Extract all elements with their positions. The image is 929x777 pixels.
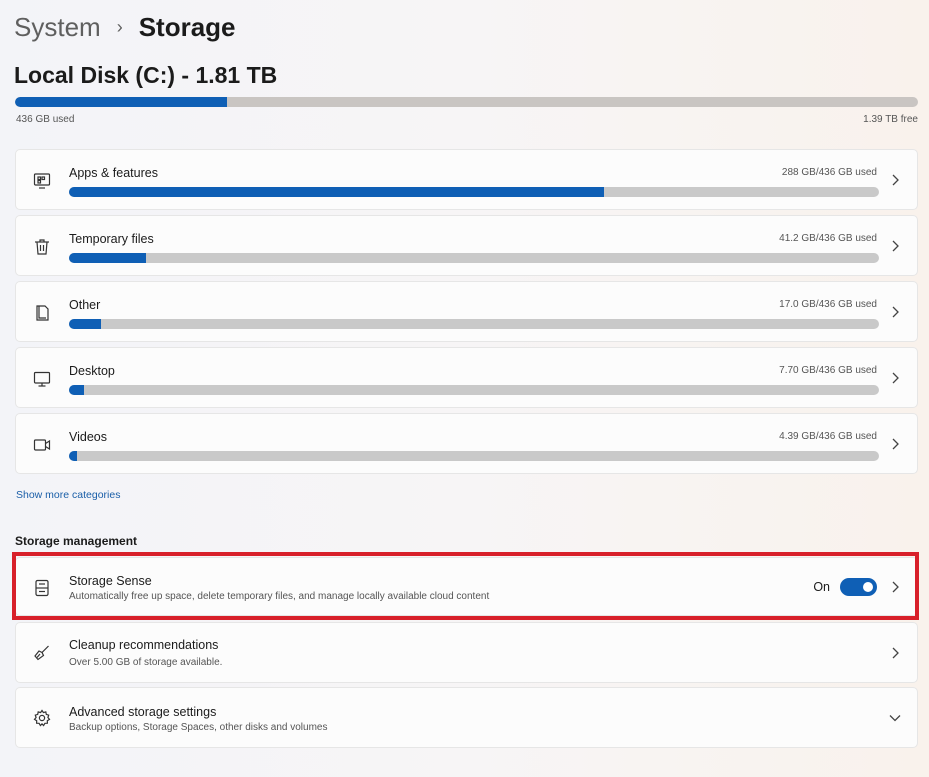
category-name: Other xyxy=(69,298,101,312)
disk-used-label: 436 GB used xyxy=(16,114,75,125)
disk-usage-bar xyxy=(15,97,918,107)
category-apps-features[interactable]: Apps & features 288 GB/436 GB used xyxy=(15,149,918,210)
category-other[interactable]: Other 17.0 GB/436 GB used xyxy=(15,281,918,342)
advanced-storage-settings-description: Backup options, Storage Spaces, other di… xyxy=(69,722,328,733)
category-temporary-files[interactable]: Temporary files 41.2 GB/436 GB used xyxy=(15,215,918,276)
apps-icon xyxy=(32,171,52,191)
category-name: Desktop xyxy=(69,364,115,378)
chevron-right-icon xyxy=(889,436,901,452)
chevron-right-icon xyxy=(889,172,901,188)
category-usage-fill xyxy=(69,187,605,197)
broom-icon xyxy=(32,643,52,663)
category-name: Temporary files xyxy=(69,232,154,246)
chevron-right-icon xyxy=(889,238,901,254)
monitor-icon xyxy=(32,369,52,389)
breadcrumb-system-link[interactable]: System xyxy=(14,12,101,43)
cleanup-recommendations-description: Over 5.00 GB of storage available. xyxy=(69,657,223,668)
document-icon xyxy=(32,303,52,323)
category-usage-fill xyxy=(69,253,146,263)
chevron-right-icon xyxy=(889,645,901,661)
disk-title: Local Disk (C:) - 1.81 TB xyxy=(14,62,278,88)
storage-drive-icon xyxy=(32,578,52,598)
toggle-knob xyxy=(863,582,873,592)
category-usage-fill xyxy=(69,385,84,395)
category-usage-bar xyxy=(69,253,879,263)
storage-management-heading: Storage management xyxy=(15,534,138,548)
show-more-categories-link[interactable]: Show more categories xyxy=(16,489,120,501)
category-usage: 288 GB/436 GB used xyxy=(781,167,877,178)
chevron-right-icon: › xyxy=(116,16,123,37)
disk-free-label: 1.39 TB free xyxy=(863,114,918,125)
category-name: Videos xyxy=(69,430,107,444)
category-usage: 4.39 GB/436 GB used xyxy=(779,431,877,442)
storage-sense-toggle[interactable] xyxy=(840,578,877,596)
cleanup-recommendations-card[interactable]: Cleanup recommendations Over 5.00 GB of … xyxy=(15,622,918,683)
category-usage-fill xyxy=(69,451,78,461)
advanced-storage-settings-title: Advanced storage settings xyxy=(69,705,217,719)
page-title: Storage xyxy=(138,11,236,42)
category-usage: 17.0 GB/436 GB used xyxy=(779,299,877,310)
trash-icon xyxy=(32,237,52,257)
category-usage: 41.2 GB/436 GB used xyxy=(779,233,877,244)
category-usage-bar xyxy=(69,385,879,395)
advanced-storage-settings-card[interactable]: Advanced storage settings Backup options… xyxy=(15,687,918,748)
gear-icon xyxy=(32,708,52,728)
chevron-right-icon xyxy=(889,579,901,595)
storage-sense-title: Storage Sense xyxy=(69,574,152,588)
cleanup-recommendations-title: Cleanup recommendations xyxy=(69,638,219,652)
category-usage: 7.70 GB/436 GB used xyxy=(779,365,877,376)
storage-sense-toggle-label: On xyxy=(813,580,830,594)
storage-sense-description: Automatically free up space, delete temp… xyxy=(69,591,490,602)
category-usage-bar xyxy=(69,187,879,197)
category-usage-bar xyxy=(69,319,879,329)
chevron-right-icon xyxy=(889,304,901,320)
category-name: Apps & features xyxy=(69,166,158,180)
disk-usage-fill xyxy=(15,97,228,107)
category-usage-fill xyxy=(69,319,101,329)
category-desktop[interactable]: Desktop 7.70 GB/436 GB used xyxy=(15,347,918,408)
video-icon xyxy=(32,435,52,455)
breadcrumb: System › Storage xyxy=(14,10,236,44)
category-usage-bar xyxy=(69,451,879,461)
category-videos[interactable]: Videos 4.39 GB/436 GB used xyxy=(15,413,918,474)
storage-sense-card[interactable]: Storage Sense Automatically free up spac… xyxy=(15,557,918,616)
chevron-down-icon[interactable] xyxy=(888,711,902,723)
chevron-right-icon xyxy=(889,370,901,386)
